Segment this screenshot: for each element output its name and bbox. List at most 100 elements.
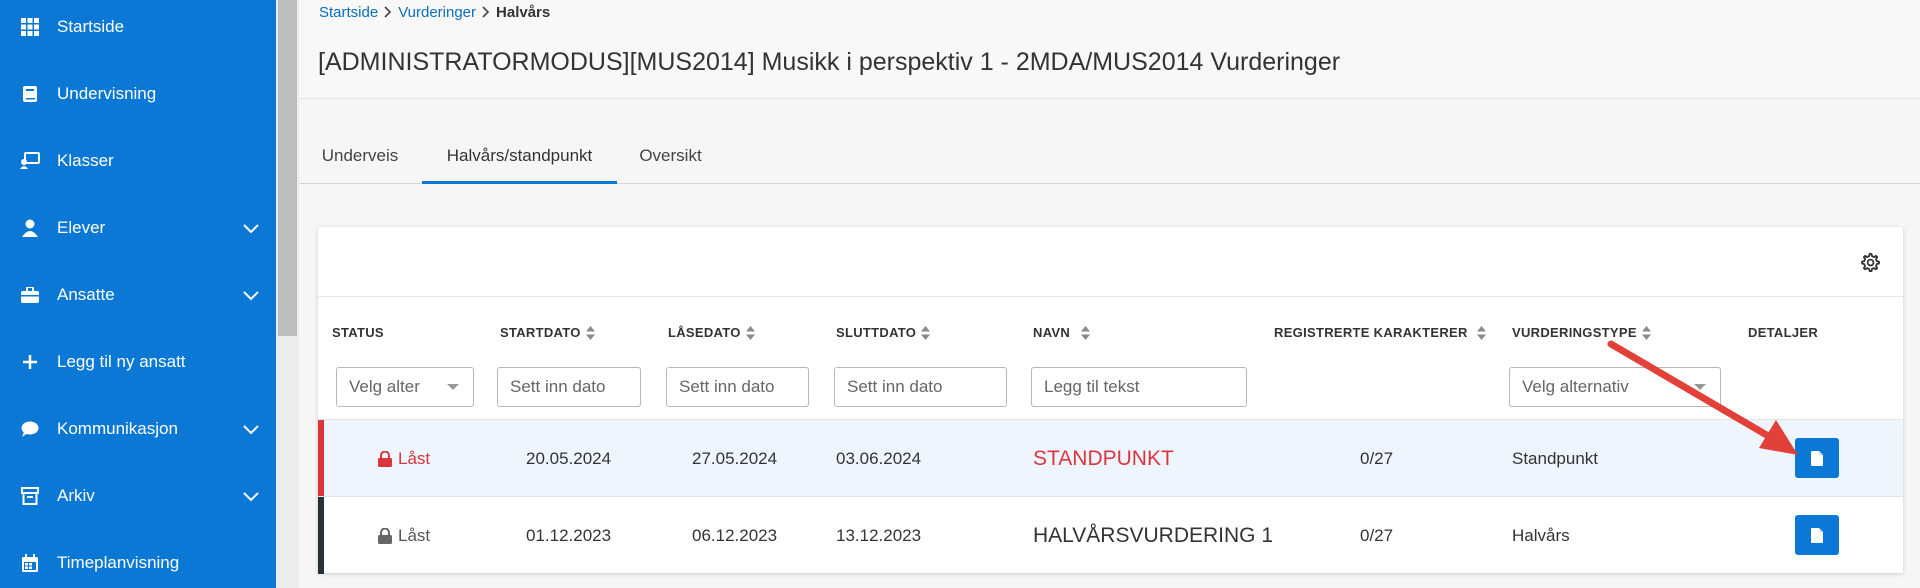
registrerte-karakterer-cell: 0/27	[1360, 525, 1394, 545]
sidebar-item-label: Startside	[57, 16, 125, 36]
briefcase-icon	[20, 285, 40, 305]
sort-icon[interactable]	[1641, 325, 1651, 340]
column-header-detaljer: DETALJER	[1748, 325, 1818, 340]
plus-icon	[20, 352, 40, 372]
sidebar-item-undervisning[interactable]: Undervisning	[0, 60, 276, 127]
column-header-vurderingstype[interactable]: VURDERINGSTYPE	[1512, 325, 1651, 340]
sidebar-item-label: Undervisning	[57, 83, 157, 103]
sidebar-item-kommunikasjon[interactable]: Kommunikasjon	[0, 395, 276, 462]
column-header-label: NAVN	[1033, 325, 1071, 340]
lasedato-cell: 06.12.2023	[692, 525, 778, 545]
vurderingstype-filter-select[interactable]: Velg alternativ	[1509, 367, 1721, 407]
book-icon	[20, 84, 40, 104]
tab-underveis[interactable]: Underveis	[299, 130, 421, 182]
card-divider	[318, 296, 1903, 297]
sidebar-item-elever[interactable]: Elever	[0, 194, 276, 261]
chevron-down-icon[interactable]	[242, 487, 260, 505]
chevron-down-icon[interactable]	[242, 420, 260, 438]
filter-placeholder: Velg alter	[349, 377, 420, 396]
sidebar-item-label: Timeplanvisning	[57, 552, 180, 572]
row-status-indicator	[318, 420, 324, 497]
lock-icon	[378, 450, 392, 467]
column-header-sluttdato[interactable]: SLUTTDATO	[836, 325, 931, 340]
startdato-cell: 20.05.2024	[526, 448, 612, 468]
column-header-status: STATUS	[332, 325, 384, 340]
registrerte-karakterer-cell: 0/27	[1360, 448, 1394, 468]
details-button[interactable]	[1795, 515, 1839, 555]
column-header-navn[interactable]: NAVN	[1033, 325, 1091, 340]
document-icon	[1811, 527, 1823, 543]
column-header-startdato[interactable]: STARTDATO	[500, 325, 595, 340]
sort-icon[interactable]	[921, 325, 931, 340]
sidebar-item-startside[interactable]: Startside	[0, 0, 276, 60]
navn-filter-input[interactable]: Legg til tekst	[1031, 367, 1247, 407]
column-header-label: REGISTRERTE KARAKTERER	[1274, 325, 1468, 340]
column-header-registrerte-karakterer[interactable]: REGISTRERTE KARAKTERER	[1274, 325, 1486, 340]
breadcrumb: Startside Vurderinger Halvårs	[319, 4, 550, 21]
column-header-label: STARTDATO	[500, 325, 581, 340]
sort-icon[interactable]	[1081, 325, 1091, 340]
status-text: Låst	[398, 448, 431, 468]
sidebar-scrollbar-thumb[interactable]	[278, 0, 297, 336]
table-row[interactable]: Låst 20.05.2024 27.05.2024 03.06.2024 ST…	[318, 419, 1903, 497]
sidebar-item-label: Ansatte	[57, 284, 115, 304]
startdato-filter-input[interactable]: Sett inn dato	[497, 367, 641, 407]
tab-halvars-standpunkt[interactable]: Halvårs/standpunkt	[422, 130, 617, 184]
sidebar-item-legg-til-ansatt[interactable]: Legg til ny ansatt	[0, 328, 276, 395]
chevron-right-icon	[384, 5, 392, 21]
classroom-icon	[20, 151, 40, 171]
status-cell: Låst	[378, 497, 430, 574]
sort-icon[interactable]	[585, 325, 595, 340]
chevron-right-icon	[482, 5, 490, 21]
breadcrumb-link-vurderinger[interactable]: Vurderinger	[398, 4, 476, 21]
sidebar-item-label: Arkiv	[57, 485, 95, 505]
table-row[interactable]: Låst 01.12.2023 06.12.2023 13.12.2023 HA…	[318, 496, 1903, 574]
navn-cell: STANDPUNKT	[1033, 446, 1174, 470]
page-header: Startside Vurderinger Halvårs [ADMINISTR…	[299, 0, 1920, 99]
column-header-label: VURDERINGSTYPE	[1512, 325, 1637, 340]
archive-icon	[20, 486, 40, 506]
details-button[interactable]	[1795, 438, 1839, 478]
column-header-label: STATUS	[332, 325, 384, 340]
sidebar-item-label: Legg til ny ansatt	[57, 351, 186, 371]
vurderingstype-cell: Standpunkt	[1512, 448, 1599, 468]
dropdown-arrow-icon	[447, 384, 459, 390]
chat-icon	[20, 419, 40, 439]
sluttdato-filter-input[interactable]: Sett inn dato	[834, 367, 1007, 407]
sidebar-item-arkiv[interactable]: Arkiv	[0, 462, 276, 529]
filter-placeholder: Sett inn dato	[510, 377, 606, 396]
lasedato-filter-input[interactable]: Sett inn dato	[666, 367, 809, 407]
status-text: Låst	[398, 525, 431, 545]
sidebar-item-label: Klasser	[57, 150, 114, 170]
filter-placeholder: Sett inn dato	[679, 377, 775, 396]
column-header-lasedato[interactable]: LÅSEDATO	[668, 325, 755, 340]
column-header-label: LÅSEDATO	[668, 325, 741, 340]
row-status-indicator	[318, 497, 324, 574]
gear-icon[interactable]	[1859, 251, 1881, 273]
filter-placeholder: Sett inn dato	[847, 377, 943, 396]
lock-icon	[378, 527, 392, 544]
startdato-cell: 01.12.2023	[526, 525, 612, 545]
sluttdato-cell: 13.12.2023	[836, 525, 922, 545]
sidebar-item-ansatte[interactable]: Ansatte	[0, 261, 276, 328]
navn-cell: HALVÅRSVURDERING 1	[1033, 523, 1274, 547]
lasedato-cell: 27.05.2024	[692, 448, 778, 468]
sidebar: Startside Undervisning Klasser Elever An…	[0, 0, 276, 588]
document-icon	[1811, 450, 1823, 466]
column-header-label: DETALJER	[1748, 325, 1819, 340]
chevron-down-icon[interactable]	[242, 219, 260, 237]
tab-oversikt[interactable]: Oversikt	[618, 130, 723, 182]
chevron-down-icon[interactable]	[242, 286, 260, 304]
sort-icon[interactable]	[745, 325, 755, 340]
student-icon	[20, 218, 40, 238]
tab-bar: Underveis Halvårs/standpunkt Oversikt	[299, 130, 1920, 184]
breadcrumb-link-startside[interactable]: Startside	[319, 4, 378, 21]
column-header-label: SLUTTDATO	[836, 325, 917, 340]
vurderingstype-cell: Halvårs	[1512, 525, 1570, 545]
status-filter-select[interactable]: Velg alter	[336, 367, 474, 407]
sluttdato-cell: 03.06.2024	[836, 448, 922, 468]
sidebar-item-timeplanvisning[interactable]: Timeplanvisning	[0, 529, 276, 588]
status-cell: Låst	[378, 420, 430, 497]
sort-icon[interactable]	[1476, 325, 1486, 340]
sidebar-item-klasser[interactable]: Klasser	[0, 127, 276, 194]
